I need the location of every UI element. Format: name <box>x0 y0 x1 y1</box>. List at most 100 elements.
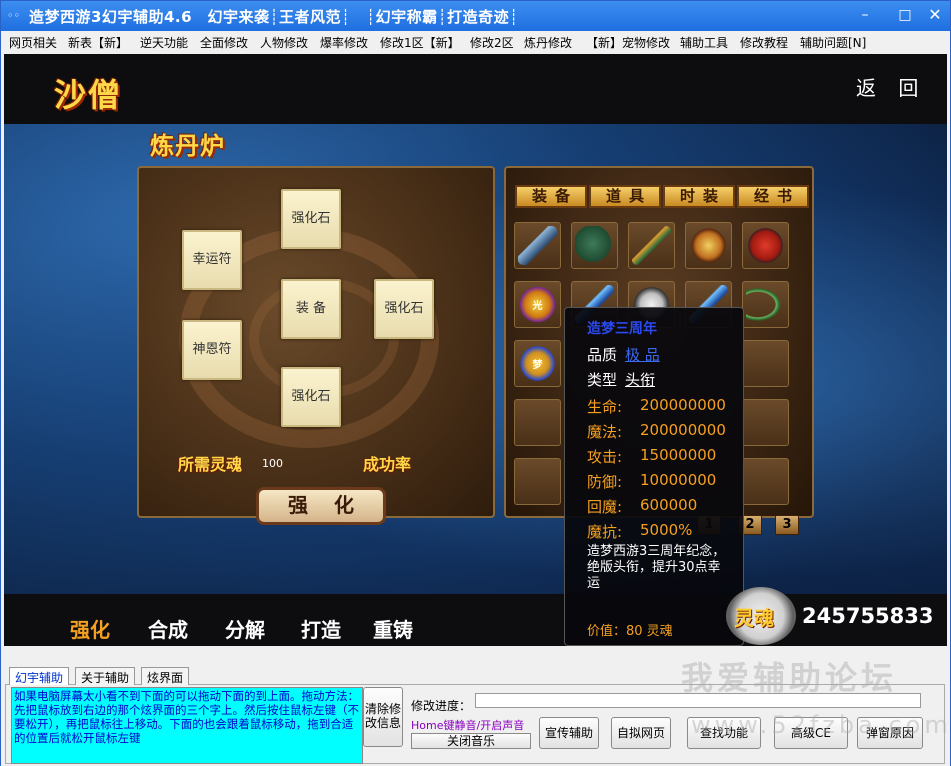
soul-total: 245755833 <box>802 604 934 628</box>
menu-web[interactable]: 网页相关 <box>9 34 57 51</box>
inventory-cell[interactable] <box>514 222 561 269</box>
tooltip-stat-value: 200000000 <box>640 421 726 439</box>
inventory-cell[interactable] <box>742 281 789 328</box>
music-hint: Home键静音/开启声音 <box>411 719 525 732</box>
menu-new-table[interactable]: 新表【新】 <box>68 34 128 51</box>
soul-icon: 灵魂 <box>726 587 796 645</box>
top-band <box>4 54 947 124</box>
tooltip-stat-label: 魔抗: <box>587 523 623 541</box>
tooltip-stat-value: 600000 <box>640 496 698 514</box>
menu-help[interactable]: 辅助问题[N] <box>800 34 866 51</box>
badge-text: 梦 <box>532 360 543 371</box>
back-button[interactable]: 返 回 <box>856 72 926 101</box>
menu-tutorial[interactable]: 修改教程 <box>740 34 788 51</box>
tooltip-stat-label: 攻击: <box>587 448 623 466</box>
tab-skin[interactable]: 炫界面 <box>141 667 190 685</box>
tab-compose[interactable]: 合成 <box>148 614 188 643</box>
slot-stone-top[interactable]: 强化石 <box>281 189 341 249</box>
tooltip-stat-label: 生命: <box>587 398 623 416</box>
menu-zone1[interactable]: 修改1区【新】 <box>380 34 460 51</box>
game-area: 沙僧 返 回 炼丹炉 幸运符 强化石 装 备 强化石 神恩符 强化石 所需灵魂 … <box>4 54 947 646</box>
strengthen-button[interactable]: 强化 <box>256 487 386 525</box>
bow-icon <box>746 285 785 324</box>
tooltip-stat-label: 防御: <box>587 473 623 491</box>
maximize-button[interactable]: □ <box>891 4 919 26</box>
tab-strengthen[interactable]: 强化 <box>70 614 110 643</box>
menu-alchemy[interactable]: 炼丹修改 <box>524 34 572 51</box>
inventory-cell[interactable] <box>514 458 561 505</box>
slot-grace-charm[interactable]: 神恩符 <box>182 320 242 380</box>
tooltip-item-name: 造梦三周年 <box>587 321 657 337</box>
mask-icon <box>746 226 785 265</box>
page-3-button[interactable]: 3 <box>775 515 799 535</box>
inventory-cell[interactable] <box>571 222 618 269</box>
menu-pet[interactable]: 【新】宠物修改 <box>586 34 670 51</box>
menu-bar: 网页相关 新表【新】 逆天功能 全面修改 人物修改 爆率修改 修改1区【新】 修… <box>1 31 950 51</box>
menu-godlike[interactable]: 逆天功能 <box>140 34 188 51</box>
soul-icon-label: 灵魂 <box>734 606 774 630</box>
inventory-cell[interactable] <box>742 399 789 446</box>
tooltip-stat-value: 5000% <box>640 521 693 539</box>
tab-forge[interactable]: 打造 <box>301 614 341 643</box>
tooltip-type-value: 头衔 <box>625 371 656 389</box>
item-tooltip: 造梦三周年 品质 极 品 类型 头衔 生命: 200000000 魔法: 200… <box>564 307 744 646</box>
title-bar[interactable]: ◦◦ 造梦西游3幻宇辅助4.6 幻宇来袭┊王者风范┊ ┊幻宇称霸┊打造奇迹┊ –… <box>1 1 950 31</box>
menu-drop-rate[interactable]: 爆率修改 <box>320 34 368 51</box>
app-icon: ◦◦ <box>7 9 20 22</box>
tooltip-stat-value: 15000000 <box>640 446 717 464</box>
slot-stone-right[interactable]: 强化石 <box>374 279 434 339</box>
tooltip-stat-label: 回魔: <box>587 498 623 516</box>
close-music-button[interactable]: 关闭音乐 <box>411 733 531 749</box>
app-window: ◦◦ 造梦西游3幻宇辅助4.6 幻宇来袭┊王者风范┊ ┊幻宇称霸┊打造奇迹┊ –… <box>0 0 951 766</box>
clear-info-button[interactable]: 清除修改信息 <box>363 687 403 747</box>
tooltip-stat-value: 10000000 <box>640 471 717 489</box>
promote-button[interactable]: 宣传辅助 <box>539 717 599 749</box>
tab-props[interactable]: 道具 <box>589 185 661 208</box>
progress-label: 修改进度： <box>411 699 472 713</box>
watermark-url: www.52fzba.com <box>691 711 951 739</box>
badge-text: 光 <box>532 301 543 312</box>
tab-decompose[interactable]: 分解 <box>225 614 265 643</box>
tab-equipment[interactable]: 装备 <box>515 185 587 208</box>
sword-icon <box>518 226 557 265</box>
tab-about[interactable]: 关于辅助 <box>75 667 136 685</box>
tooltip-stat-label: 魔法: <box>587 423 623 441</box>
tab-scripture[interactable]: 经书 <box>737 185 809 208</box>
inventory-cell[interactable] <box>742 340 789 387</box>
inventory-cell[interactable] <box>742 222 789 269</box>
character-name: 沙僧 <box>54 76 123 114</box>
help-textbox[interactable]: 如果电脑屏幕太小看不到下面的可以拖动下面的到上面。拖动方法：先把鼠标放到右边的那… <box>11 687 363 764</box>
inventory-cell[interactable]: 梦 <box>514 340 561 387</box>
required-soul-label: 所需灵魂 <box>178 455 243 474</box>
slot-stone-bottom[interactable]: 强化石 <box>281 367 341 427</box>
slot-equipment[interactable]: 装 备 <box>281 279 341 339</box>
inventory-cell[interactable] <box>685 222 732 269</box>
tab-helper[interactable]: 幻宇辅助 <box>9 667 70 685</box>
tab-recast[interactable]: 重铸 <box>373 614 413 643</box>
menu-tools[interactable]: 辅助工具 <box>680 34 728 51</box>
tab-fashion[interactable]: 时装 <box>663 185 735 208</box>
menu-zone2[interactable]: 修改2区 <box>470 34 514 51</box>
spear-icon <box>632 226 671 265</box>
menu-full-modify[interactable]: 全面修改 <box>200 34 248 51</box>
light-badge-icon: 光 <box>518 285 557 324</box>
watermark: 我爱辅助论坛 <box>681 659 898 697</box>
inventory-cell[interactable]: 光 <box>514 281 561 328</box>
tooltip-description: 造梦西游3三周年纪念，绝版头衔，提升30点幸运 <box>587 544 726 591</box>
tooltip-quality-label: 品质 <box>587 346 618 364</box>
inventory-cell[interactable] <box>514 399 561 446</box>
custom-web-button[interactable]: 自拟网页 <box>611 717 671 749</box>
minimize-button[interactable]: – <box>851 4 879 26</box>
dream-badge-icon: 梦 <box>518 344 557 383</box>
slot-lucky-charm[interactable]: 幸运符 <box>182 230 242 290</box>
inventory-cell[interactable] <box>742 458 789 505</box>
tooltip-stat-value: 200000000 <box>640 396 726 414</box>
close-button[interactable]: ✕ <box>921 4 949 26</box>
tooltip-type-label: 类型 <box>587 371 618 389</box>
tooltip-quality-value: 极 品 <box>625 346 660 364</box>
window-title: 造梦西游3幻宇辅助4.6 幻宇来袭┊王者风范┊ ┊幻宇称霸┊打造奇迹┊ <box>29 8 519 26</box>
flower-icon <box>689 226 728 265</box>
menu-character[interactable]: 人物修改 <box>260 34 308 51</box>
required-soul-value: 100 <box>262 457 283 470</box>
inventory-cell[interactable] <box>628 222 675 269</box>
